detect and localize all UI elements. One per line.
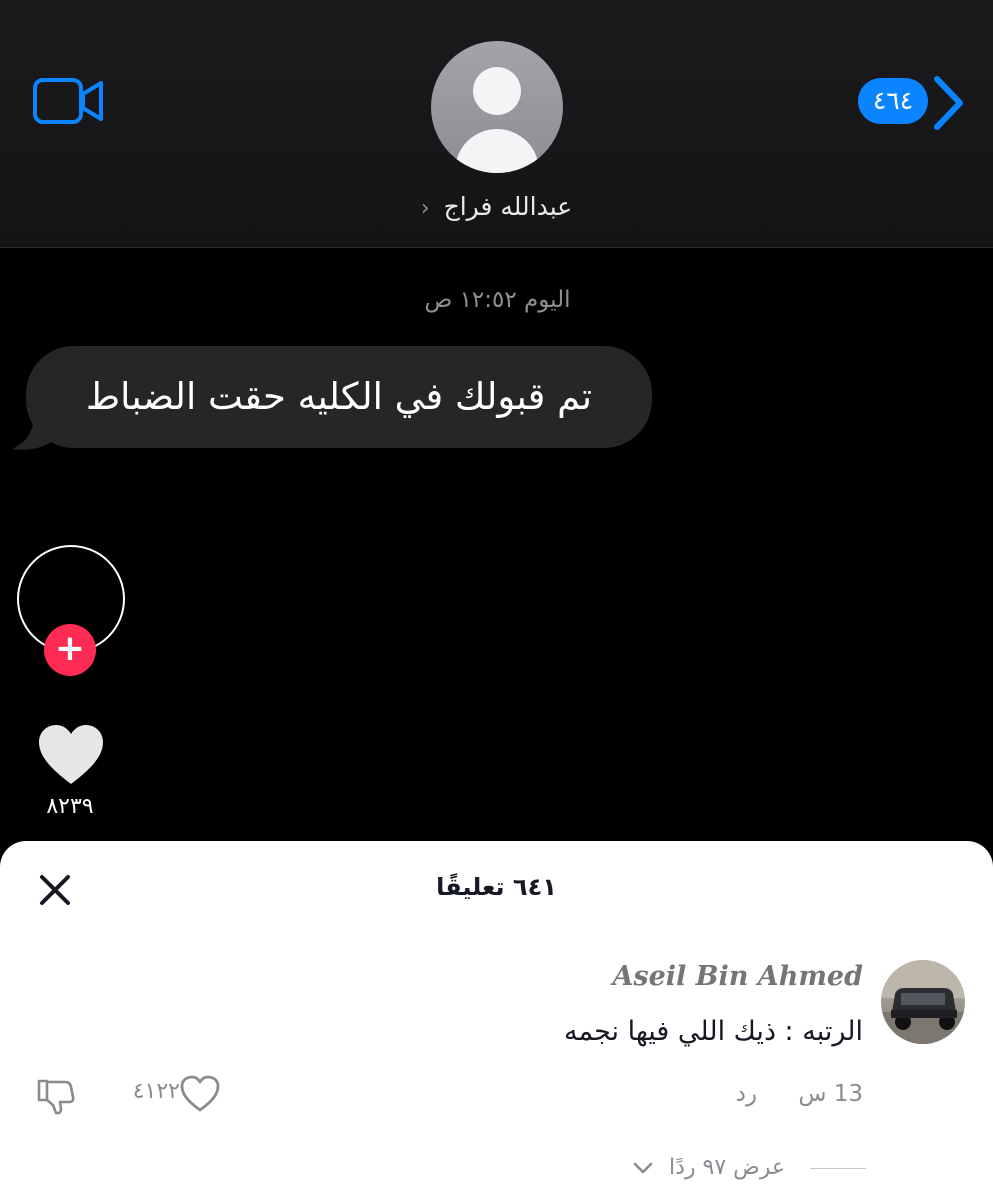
heart-icon[interactable] [37,724,105,786]
commenter-avatar[interactable] [881,960,965,1044]
view-replies-label: عرض ٩٧ ردًا [668,1155,785,1180]
replies-divider [810,1167,866,1169]
video-camera-icon[interactable] [32,76,104,126]
conversation-header: عبدالله فراج ‹ ٤٦٤ [0,0,993,248]
like-count: ٨٢٣٩ [46,794,94,819]
chevron-right-icon [934,76,963,130]
car-photo-icon [881,960,965,1044]
contact-chevron-icon: ‹ [420,196,430,221]
back-button[interactable]: ٤٦٤ [858,74,970,132]
commenter-username[interactable]: Aseil Bin Ahmed [480,961,863,992]
message-timestamp: اليوم ١٢:٥٢ ص [424,287,571,313]
heart-outline-icon[interactable] [180,1075,220,1113]
unread-count-badge: ٤٦٤ [858,78,928,124]
contact-avatar[interactable] [431,41,563,173]
thumbs-down-icon[interactable] [36,1076,76,1116]
view-replies-button[interactable]: عرض ٩٧ ردًا [620,1155,866,1185]
comment-time: 13 س [798,1081,863,1107]
person-placeholder-icon [473,67,521,115]
chevron-down-icon [633,1162,653,1174]
comment-text: الرتبه : ذيك اللي فيها نجمه [564,1016,863,1047]
comments-sheet: ٦٤١ تعليقًا Aseil Bin Ahmed الرتبه : ذيك… [0,841,993,1200]
contact-name: عبدالله فراج [443,192,573,221]
comment-like-count: ٤١٢٢ [132,1079,180,1104]
follow-button[interactable]: + [44,624,96,676]
contact-name-button[interactable]: عبدالله فراج ‹ [330,192,663,221]
message-text: تم قبولك في الكليه حقت الضباط [85,375,593,418]
comments-title: ٦٤١ تعليقًا [436,873,557,901]
close-icon[interactable] [38,873,72,907]
comment-meta: 13 س رد [700,1081,863,1107]
reply-button[interactable]: رد [736,1081,757,1107]
